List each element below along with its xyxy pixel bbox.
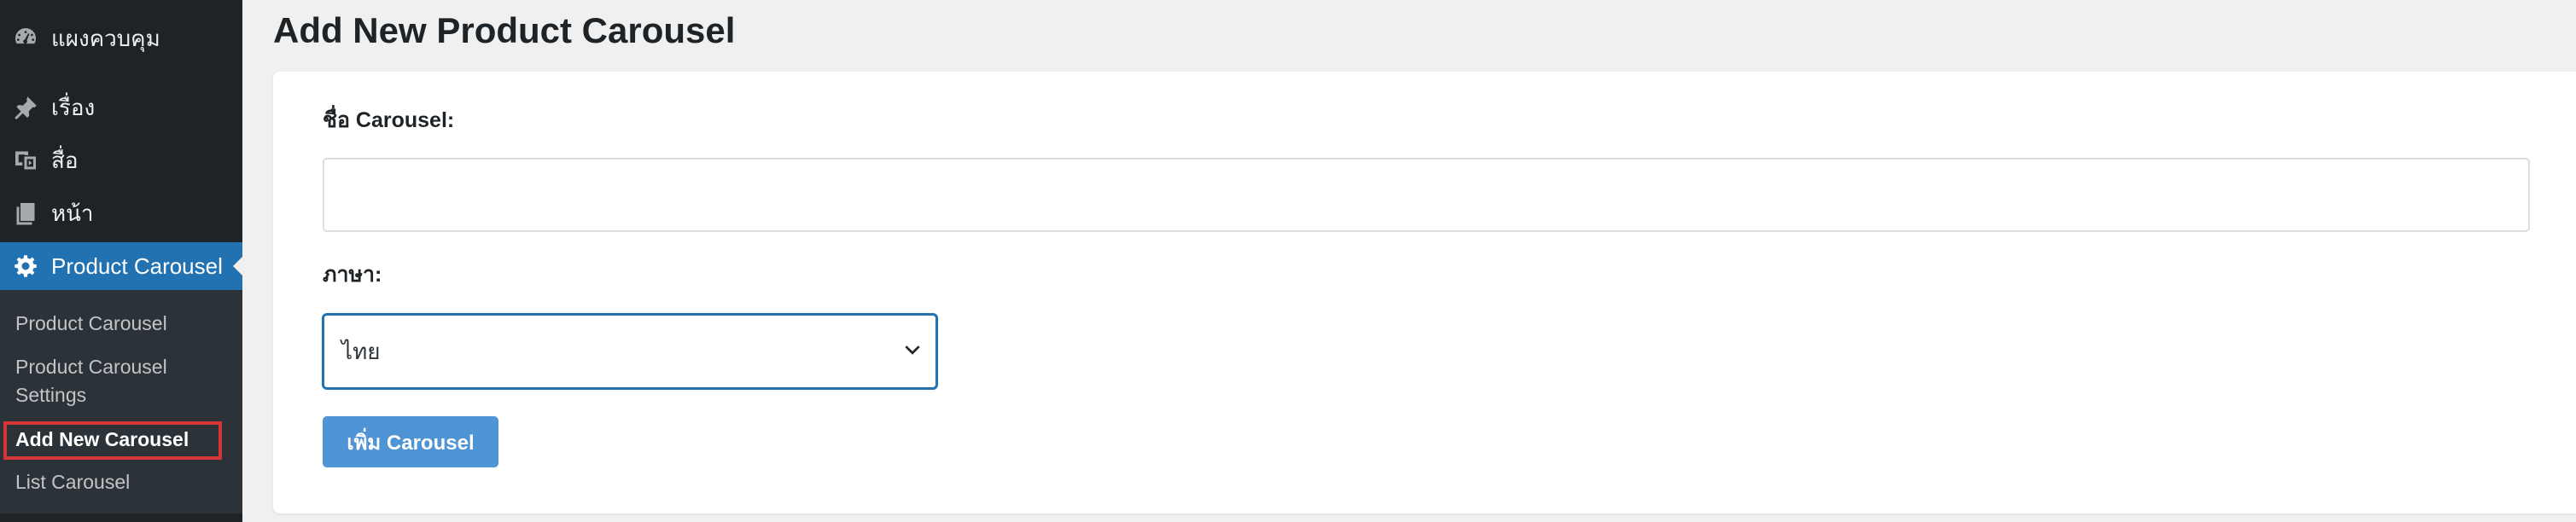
language-select[interactable]: ไทย (323, 314, 937, 389)
sidebar-item-dashboard[interactable]: แผงควบคุม (0, 14, 242, 62)
media-icon (0, 148, 51, 173)
submenu-item-product-carousel-settings-line2[interactable]: Settings (15, 381, 86, 409)
carousel-name-input[interactable] (323, 158, 2530, 232)
sidebar-item-media[interactable]: สื่อ (0, 136, 242, 184)
language-label: ภาษา: (323, 263, 382, 287)
form-card: ชื่อ Carousel: ภาษา: ไทย เพิ่ม Carousel (273, 72, 2576, 513)
sidebar-item-label: สื่อ (51, 147, 79, 173)
submenu-item-product-carousel-settings[interactable]: Product Carousel (15, 353, 167, 381)
sidebar-item-label: แผงควบคุม (51, 25, 160, 51)
pushpin-icon (0, 95, 51, 120)
carousel-name-label: ชื่อ Carousel: (323, 108, 455, 132)
add-carousel-button[interactable]: เพิ่ม Carousel (323, 416, 498, 467)
admin-sidebar: แผงควบคุม เรื่อง สื่อ หน้า Product Carou… (0, 0, 242, 522)
dashboard-icon (0, 26, 51, 51)
sidebar-item-label: Product Carousel (51, 252, 223, 279)
page-title: Add New Product Carousel (273, 10, 736, 50)
sidebar-item-posts[interactable]: เรื่อง (0, 84, 242, 131)
pages-icon (0, 200, 51, 226)
sidebar-bottom-strip (0, 513, 242, 522)
sidebar-item-product-carousel[interactable]: Product Carousel (0, 242, 242, 290)
chevron-down-icon (903, 340, 922, 363)
submenu-item-product-carousel[interactable]: Product Carousel (15, 310, 167, 338)
sidebar-item-label: หน้า (51, 200, 94, 226)
sidebar-item-pages[interactable]: หน้า (0, 189, 242, 237)
language-select-value: ไทย (341, 338, 381, 364)
active-menu-arrow (233, 257, 242, 276)
gear-icon (0, 253, 51, 279)
submenu-item-list-carousel[interactable]: List Carousel (15, 468, 130, 496)
submenu-item-add-new-carousel[interactable]: Add New Carousel (15, 426, 189, 454)
sidebar-item-label: เรื่อง (51, 94, 96, 120)
